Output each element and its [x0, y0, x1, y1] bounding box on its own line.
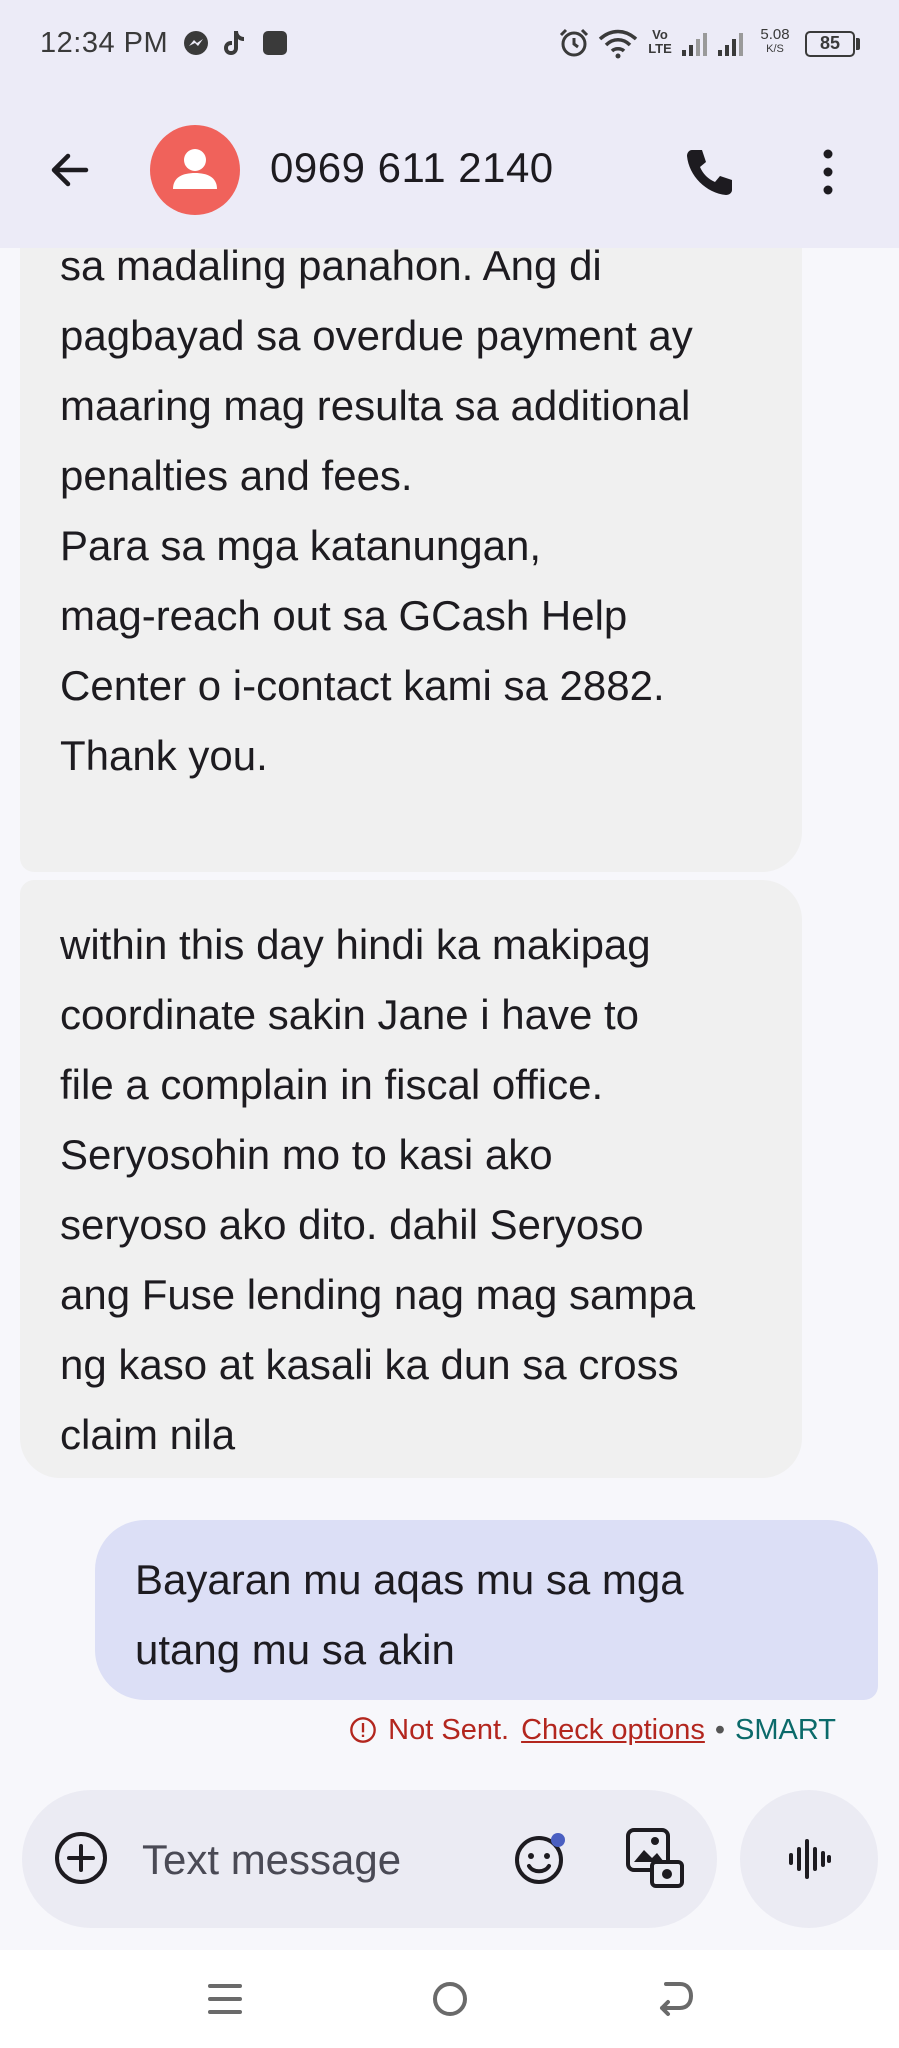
message-line: maaring mag resulta sa additional: [60, 382, 691, 429]
separator-dot: •: [714, 1713, 726, 1746]
contact-avatar[interactable]: [150, 125, 240, 215]
error-icon: [350, 1717, 377, 1743]
compose-bar: [22, 1790, 717, 1928]
signal-icon: [682, 33, 707, 56]
emoji-icon[interactable]: [510, 1829, 570, 1889]
add-circle-icon[interactable]: [52, 1829, 110, 1887]
message-line: within this day hindi ka makipag: [60, 921, 651, 968]
phone-icon[interactable]: [680, 142, 740, 202]
message-line: Center o i-contact kami sa 2882.: [60, 662, 665, 709]
message-line: seryoso ako dito. dahil Seryoso: [60, 1201, 644, 1248]
message-line: file a complain in fiscal office.: [60, 1061, 604, 1108]
network-speed: 5.08 K/S: [755, 26, 795, 56]
volte-icon: Vo LTE: [648, 27, 672, 56]
message-line: mag-reach out sa GCash Help: [60, 592, 628, 639]
message-send-status: Not Sent. Check options • SMART: [349, 1710, 836, 1750]
wifi-icon: [598, 29, 638, 59]
person-icon: [173, 149, 217, 189]
speed-value: 5.08: [760, 26, 790, 43]
message-line: Thank you.: [60, 732, 268, 779]
message-line: penalties and fees.: [60, 452, 413, 499]
incoming-message-bubble[interactable]: sa madaling panahon. Ang di pagbayad sa …: [20, 190, 802, 872]
contact-name[interactable]: 0969 611 2140: [270, 144, 554, 192]
voice-message-button[interactable]: [740, 1790, 878, 1928]
check-options-link[interactable]: Check options: [521, 1714, 705, 1747]
message-line: pagbayad sa overdue payment ay: [60, 312, 693, 359]
home-icon[interactable]: [425, 1974, 475, 2024]
more-vert-icon[interactable]: [808, 142, 848, 202]
header: 12:34 PM Vo LTE 5.08 K/S 85 0969 611 214…: [0, 0, 899, 248]
status-bar: 12:34 PM Vo LTE 5.08 K/S 85: [0, 0, 899, 92]
speed-unit: K/S: [766, 43, 784, 55]
not-sent-label: Not Sent.: [388, 1713, 510, 1746]
status-time: 12:34 PM: [40, 27, 169, 59]
incoming-message-bubble[interactable]: within this day hindi ka makipag coordin…: [20, 880, 802, 1478]
system-navigation-bar: [0, 1950, 899, 2048]
conversation-thread[interactable]: sa madaling panahon. Ang di pagbayad sa …: [0, 0, 899, 1950]
signal-icon: [718, 33, 743, 56]
message-line: utang mu sa akin: [135, 1626, 455, 1673]
message-line: Seryosohin mo to kasi ako: [60, 1131, 553, 1178]
message-line: claim nila: [60, 1411, 236, 1458]
outgoing-message-bubble[interactable]: Bayaran mu aqas mu sa mga utang mu sa ak…: [95, 1520, 878, 1700]
message-line: Para sa mga katanungan,: [60, 522, 541, 569]
message-line: ng kaso at kasali ka dun sa cross: [60, 1341, 679, 1388]
menu-icon[interactable]: [200, 1974, 250, 2024]
message-line: Bayaran mu aqas mu sa mga: [135, 1556, 684, 1603]
back-arrow-icon[interactable]: [40, 140, 100, 200]
voice-wave-icon: [789, 1839, 831, 1879]
messenger-icon: [184, 31, 208, 55]
tiktok-icon: [224, 31, 244, 55]
alarm-icon: [559, 28, 589, 57]
message-line: coordinate sakin Jane i have to: [60, 991, 640, 1038]
battery-tip: [856, 38, 860, 50]
battery-icon: 85: [805, 31, 855, 57]
gallery-icon[interactable]: [622, 1824, 686, 1892]
message-input[interactable]: [140, 1824, 474, 1896]
app-icon: [263, 31, 287, 55]
carrier-label: SMART: [735, 1713, 836, 1746]
conversation-app-bar: 0969 611 2140: [0, 110, 899, 230]
back-icon[interactable]: [650, 1974, 700, 2024]
message-line: ang Fuse lending nag mag sampa: [60, 1271, 696, 1318]
